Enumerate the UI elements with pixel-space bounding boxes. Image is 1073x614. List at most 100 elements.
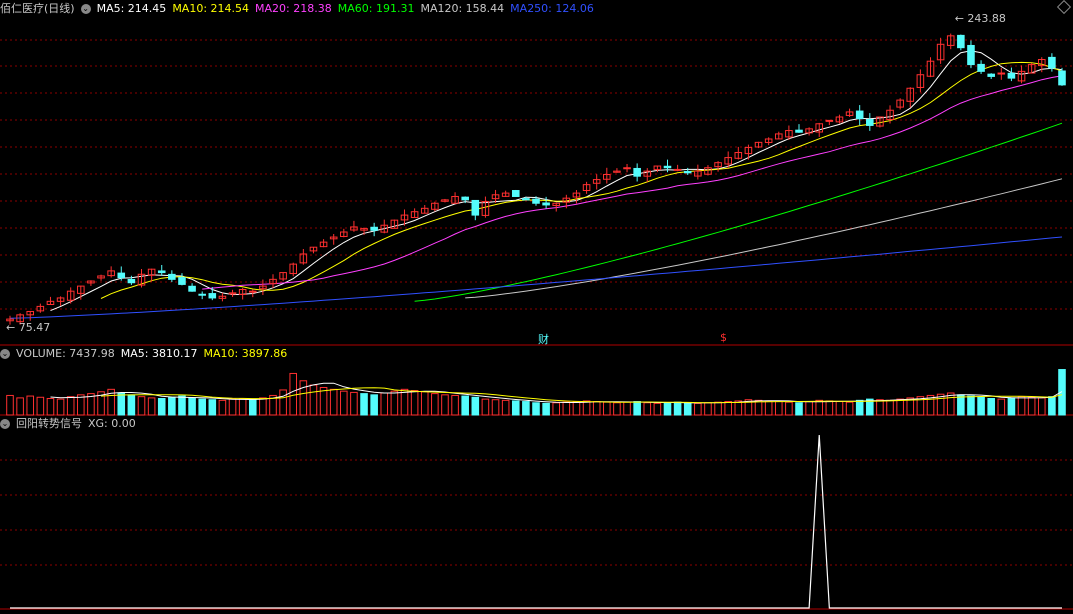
volume-bar xyxy=(370,394,378,416)
volume-bars xyxy=(6,369,1066,416)
volume-bar xyxy=(835,401,844,416)
volume-bar xyxy=(582,400,591,416)
volume-bar xyxy=(1007,397,1016,416)
volume-bar xyxy=(1027,396,1036,416)
volume-bar xyxy=(238,398,247,416)
volume-bar xyxy=(461,395,469,416)
volume-bar xyxy=(380,392,389,416)
candle-body xyxy=(987,73,995,77)
signal-line-path xyxy=(10,434,1062,609)
volume-value: VOLUME: 7437.98 xyxy=(16,347,115,360)
candle-body xyxy=(683,170,692,174)
volume-bar xyxy=(663,402,672,416)
volume-bar xyxy=(178,395,186,416)
candle-body xyxy=(370,226,378,231)
volume-ma5: MA5: 3810.17 xyxy=(120,347,198,360)
volume-bar xyxy=(6,394,14,416)
candle-body xyxy=(461,196,469,201)
ma-legend-item: MA250: 124.06 xyxy=(510,2,594,15)
volume-bar xyxy=(896,398,904,416)
volume-bar xyxy=(400,388,409,416)
volume-bar xyxy=(957,394,965,416)
candle-body xyxy=(157,270,166,274)
volume-bar xyxy=(16,397,24,416)
candle-body xyxy=(623,167,631,170)
volume-bar xyxy=(734,400,743,416)
volume-bar xyxy=(319,387,328,416)
volume-bar xyxy=(471,396,480,416)
candle-body xyxy=(117,272,126,279)
chart-canvas xyxy=(0,33,1073,610)
volume-bar xyxy=(451,394,459,416)
volume-bar xyxy=(845,401,854,416)
volume-bar xyxy=(855,399,864,416)
signal-title: 回阳转势信号 xyxy=(16,417,82,430)
volume-bar xyxy=(977,396,985,416)
ma-legend-item: MA5: 214.45 xyxy=(96,2,167,15)
signal-line xyxy=(10,434,1062,609)
volume-bar xyxy=(77,394,85,416)
volume-bar xyxy=(410,390,419,416)
candle-body xyxy=(178,277,186,285)
volume-header: ⌄ VOLUME: 7437.98 MA5: 3810.17 MA10: 3897.8… xyxy=(0,346,293,362)
volume-bar xyxy=(1037,397,1046,416)
candle-body xyxy=(208,293,217,299)
dividend-marker[interactable]: $ xyxy=(720,331,727,344)
volume-bar xyxy=(127,394,136,416)
chevron-down-icon[interactable]: ⌄ xyxy=(0,419,10,429)
chevron-down-icon[interactable]: ⌄ xyxy=(0,349,10,359)
volume-bar xyxy=(987,398,995,416)
volume-bar xyxy=(673,401,682,416)
volume-bar xyxy=(613,402,621,416)
candle-body xyxy=(522,198,530,201)
stock-title: 佰仁医疗(日线) xyxy=(0,2,75,15)
candle-body xyxy=(198,293,206,296)
grid-lines xyxy=(0,39,1073,610)
volume-bar xyxy=(774,401,783,416)
candlestick-series xyxy=(6,33,1066,325)
moving-average-lines xyxy=(9,50,1063,319)
ma-legend-item: MA120: 158.44 xyxy=(420,2,505,15)
volume-bar xyxy=(653,402,662,416)
volume-bar xyxy=(704,402,712,416)
ma120-line xyxy=(465,178,1063,299)
candle-body xyxy=(1058,70,1066,86)
candle-body xyxy=(248,290,257,293)
candle-body xyxy=(997,72,1006,75)
volume-bar xyxy=(259,397,267,416)
volume-ma10-line xyxy=(100,387,1063,404)
volume-bar xyxy=(168,396,176,416)
volume-bar xyxy=(714,401,722,416)
volume-bar xyxy=(815,399,824,416)
candle-body xyxy=(977,63,985,72)
volume-bar xyxy=(157,398,166,416)
chevron-down-icon[interactable]: ⌄ xyxy=(80,4,91,14)
volume-bar xyxy=(724,401,732,416)
volume-bar xyxy=(218,399,227,416)
volume-bar xyxy=(299,380,308,416)
low-price-label: ← 75.47 xyxy=(6,321,51,335)
volume-bar xyxy=(603,401,611,416)
volume-bar xyxy=(350,391,358,416)
volume-bar xyxy=(1048,396,1056,416)
candle-body xyxy=(967,44,975,66)
candle-body xyxy=(1048,56,1056,69)
high-price-label: ← 243.88 xyxy=(954,11,1006,25)
volume-bar xyxy=(441,394,449,416)
ma-legend-item: MA10: 214.54 xyxy=(172,2,250,15)
volume-bar xyxy=(694,402,702,416)
volume-bar xyxy=(481,398,490,416)
volume-bar xyxy=(785,401,793,416)
financial-report-marker[interactable]: 财 xyxy=(538,331,549,347)
volume-bar xyxy=(66,396,75,416)
candle-body xyxy=(542,202,550,206)
candle-body xyxy=(1007,72,1016,79)
volume-bar xyxy=(431,393,439,416)
volume-bar xyxy=(1058,369,1066,416)
volume-bar xyxy=(289,372,298,416)
volume-bar xyxy=(188,397,196,416)
ma10-line xyxy=(100,61,1063,299)
volume-bar xyxy=(511,400,520,416)
volume-bar xyxy=(279,389,287,416)
volume-bar xyxy=(329,388,338,416)
